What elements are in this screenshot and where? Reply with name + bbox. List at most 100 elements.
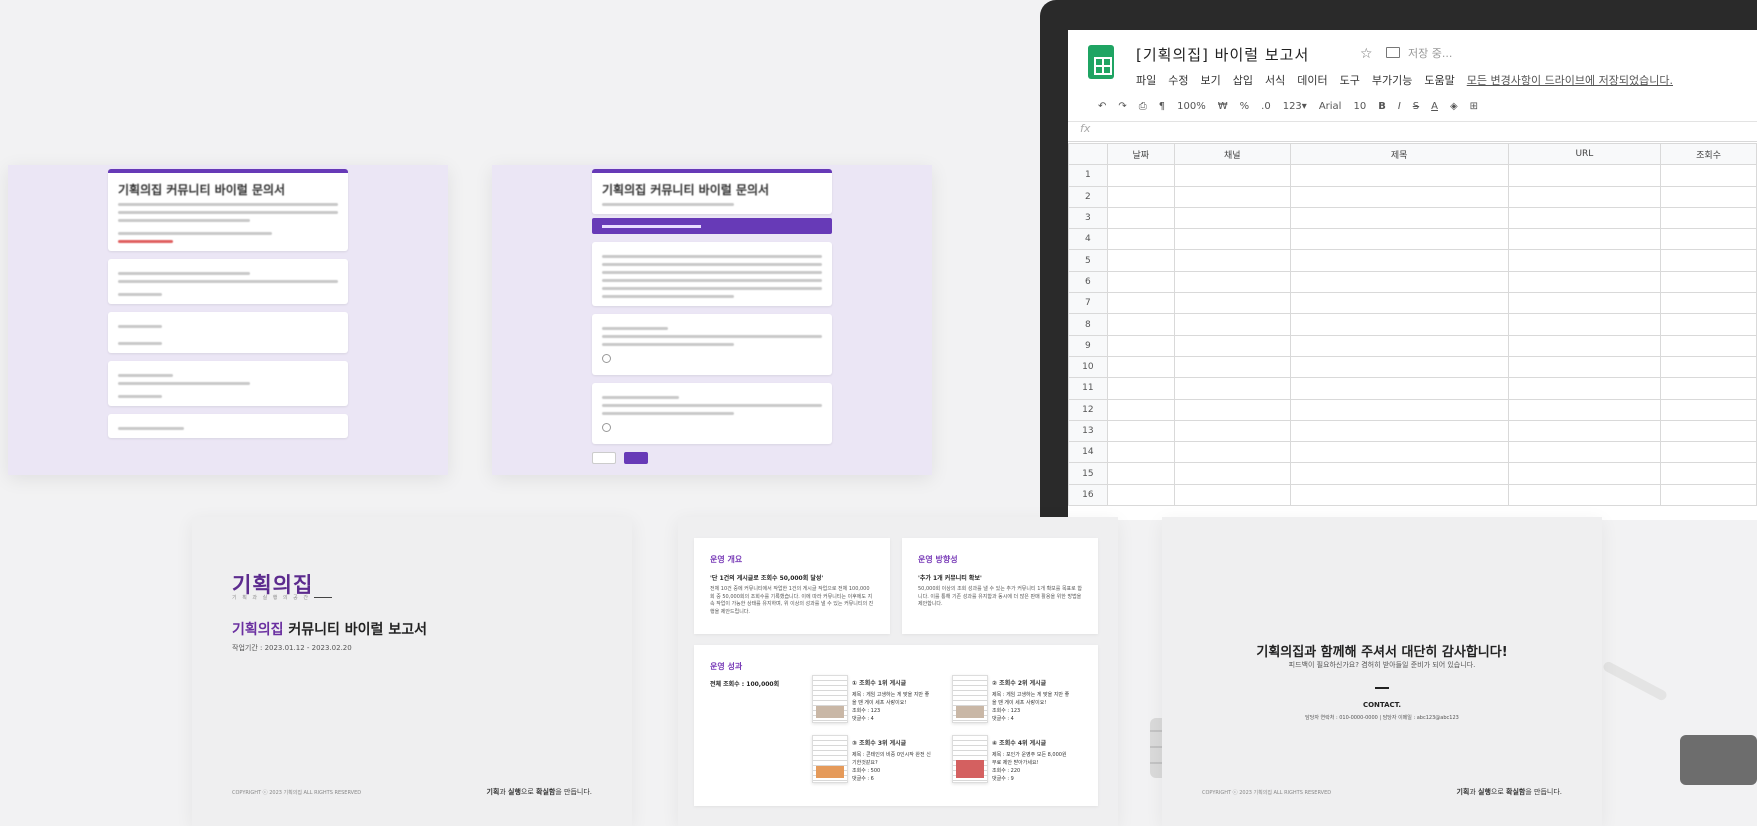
row-number[interactable]: 2 <box>1068 185 1108 208</box>
sheet-cell[interactable] <box>1106 377 1175 400</box>
row-number[interactable]: 9 <box>1068 334 1108 357</box>
sheet-cell[interactable] <box>1106 270 1175 294</box>
fill-color-icon[interactable]: ◈ <box>1450 101 1458 112</box>
row-number[interactable]: 10 <box>1068 355 1108 379</box>
sheet-cell[interactable] <box>1289 334 1509 357</box>
sheet-cell[interactable] <box>1289 185 1509 208</box>
strikethrough-icon[interactable]: S <box>1413 101 1419 112</box>
paint-format-icon[interactable]: ¶ <box>1159 101 1165 112</box>
sheet-cell[interactable] <box>1660 419 1757 443</box>
form-question-card[interactable] <box>592 314 832 375</box>
sheet-cell[interactable] <box>1173 185 1291 208</box>
row-number[interactable]: 5 <box>1068 249 1108 272</box>
sheet-cell[interactable] <box>1660 334 1757 357</box>
sheet-cell[interactable] <box>1173 441 1291 464</box>
sheet-cell[interactable] <box>1173 398 1291 421</box>
sheet-cell[interactable] <box>1507 441 1662 464</box>
percent-icon[interactable]: % <box>1240 101 1250 112</box>
sheet-cell[interactable] <box>1106 462 1175 485</box>
next-button[interactable] <box>624 452 648 464</box>
menu-view[interactable]: 보기 <box>1201 72 1221 88</box>
sheet-cell[interactable] <box>1173 164 1291 187</box>
sheet-cell[interactable] <box>1507 185 1662 208</box>
menu-format[interactable]: 서식 <box>1265 72 1285 88</box>
sheet-cell[interactable] <box>1660 398 1757 421</box>
sheet-cell[interactable] <box>1507 419 1662 443</box>
currency-icon[interactable]: ₩ <box>1218 101 1228 112</box>
sheet-cell[interactable] <box>1660 228 1757 251</box>
font-size-select[interactable]: 10 <box>1353 101 1366 112</box>
row-number[interactable]: 16 <box>1068 483 1108 507</box>
row-number[interactable]: 3 <box>1068 206 1108 230</box>
borders-icon[interactable]: ⊞ <box>1470 101 1478 112</box>
form-question-card[interactable] <box>592 383 832 444</box>
menu-edit[interactable]: 수정 <box>1168 72 1188 88</box>
sheet-cell[interactable] <box>1660 462 1757 485</box>
form-question-card[interactable] <box>108 312 348 353</box>
sheet-cell[interactable] <box>1289 164 1509 187</box>
sheet-cell[interactable] <box>1106 206 1175 230</box>
sheet-cell[interactable] <box>1289 355 1509 379</box>
formula-bar[interactable]: fx <box>1068 122 1757 142</box>
row-number[interactable]: 15 <box>1068 462 1108 485</box>
row-number[interactable]: 11 <box>1068 377 1108 400</box>
menu-file[interactable]: 파일 <box>1136 72 1156 88</box>
sheet-cell[interactable] <box>1507 398 1662 421</box>
sheet-cell[interactable] <box>1507 249 1662 272</box>
form-question-card[interactable] <box>108 361 348 406</box>
sheet-cell[interactable] <box>1660 483 1757 507</box>
sheet-cell[interactable] <box>1106 292 1175 315</box>
sheet-cell[interactable] <box>1106 228 1175 251</box>
sheet-cell[interactable] <box>1106 313 1175 336</box>
sheet-cell[interactable] <box>1507 334 1662 357</box>
sheet-cell[interactable] <box>1173 419 1291 443</box>
sheet-cell[interactable] <box>1660 164 1757 187</box>
sheet-cell[interactable] <box>1660 292 1757 315</box>
row-number[interactable]: 8 <box>1068 313 1108 336</box>
sheet-cell[interactable] <box>1106 398 1175 421</box>
sheet-cell[interactable] <box>1173 483 1291 507</box>
sheet-title[interactable]: [기획의집] 바이럴 보고서 <box>1136 44 1309 65</box>
sheet-cell[interactable] <box>1507 377 1662 400</box>
column-header[interactable]: URL <box>1507 142 1662 166</box>
sheet-cell[interactable] <box>1507 355 1662 379</box>
sheet-cell[interactable] <box>1660 249 1757 272</box>
sheet-cell[interactable] <box>1289 249 1509 272</box>
sheet-cell[interactable] <box>1507 164 1662 187</box>
sheet-cell[interactable] <box>1289 270 1509 294</box>
row-number[interactable]: 1 <box>1068 164 1108 187</box>
sheet-cell[interactable] <box>1106 419 1175 443</box>
row-number[interactable]: 14 <box>1068 441 1108 464</box>
sheet-cell[interactable] <box>1173 355 1291 379</box>
sheet-cell[interactable] <box>1507 270 1662 294</box>
row-number[interactable]: 6 <box>1068 270 1108 294</box>
text-color-icon[interactable]: A <box>1431 101 1438 112</box>
sheet-cell[interactable] <box>1289 398 1509 421</box>
row-number[interactable]: 7 <box>1068 292 1108 315</box>
sheet-cell[interactable] <box>1106 355 1175 379</box>
back-button[interactable] <box>592 452 616 464</box>
sheet-cell[interactable] <box>1289 206 1509 230</box>
menu-tools[interactable]: 도구 <box>1340 72 1360 88</box>
sheet-cell[interactable] <box>1289 419 1509 443</box>
sheet-cell[interactable] <box>1507 483 1662 507</box>
sheet-cell[interactable] <box>1507 292 1662 315</box>
star-icon[interactable]: ☆ <box>1360 46 1373 62</box>
sheet-cell[interactable] <box>1289 483 1509 507</box>
radio-option[interactable] <box>602 354 611 363</box>
sheet-cell[interactable] <box>1660 185 1757 208</box>
decimal-icon[interactable]: .0 <box>1261 101 1271 112</box>
sheet-cell[interactable] <box>1289 377 1509 400</box>
sheet-cell[interactable] <box>1507 462 1662 485</box>
sheet-cell[interactable] <box>1289 292 1509 315</box>
row-number[interactable]: 13 <box>1068 419 1108 443</box>
radio-option[interactable] <box>602 423 611 432</box>
sheet-cell[interactable] <box>1660 377 1757 400</box>
sheet-cell[interactable] <box>1507 228 1662 251</box>
corner-cell[interactable] <box>1068 142 1108 166</box>
sheet-cell[interactable] <box>1173 228 1291 251</box>
menu-help[interactable]: 도움말 <box>1424 72 1454 88</box>
undo-icon[interactable]: ↶ <box>1098 101 1106 112</box>
sheet-cell[interactable] <box>1289 441 1509 464</box>
sheet-cell[interactable] <box>1289 228 1509 251</box>
